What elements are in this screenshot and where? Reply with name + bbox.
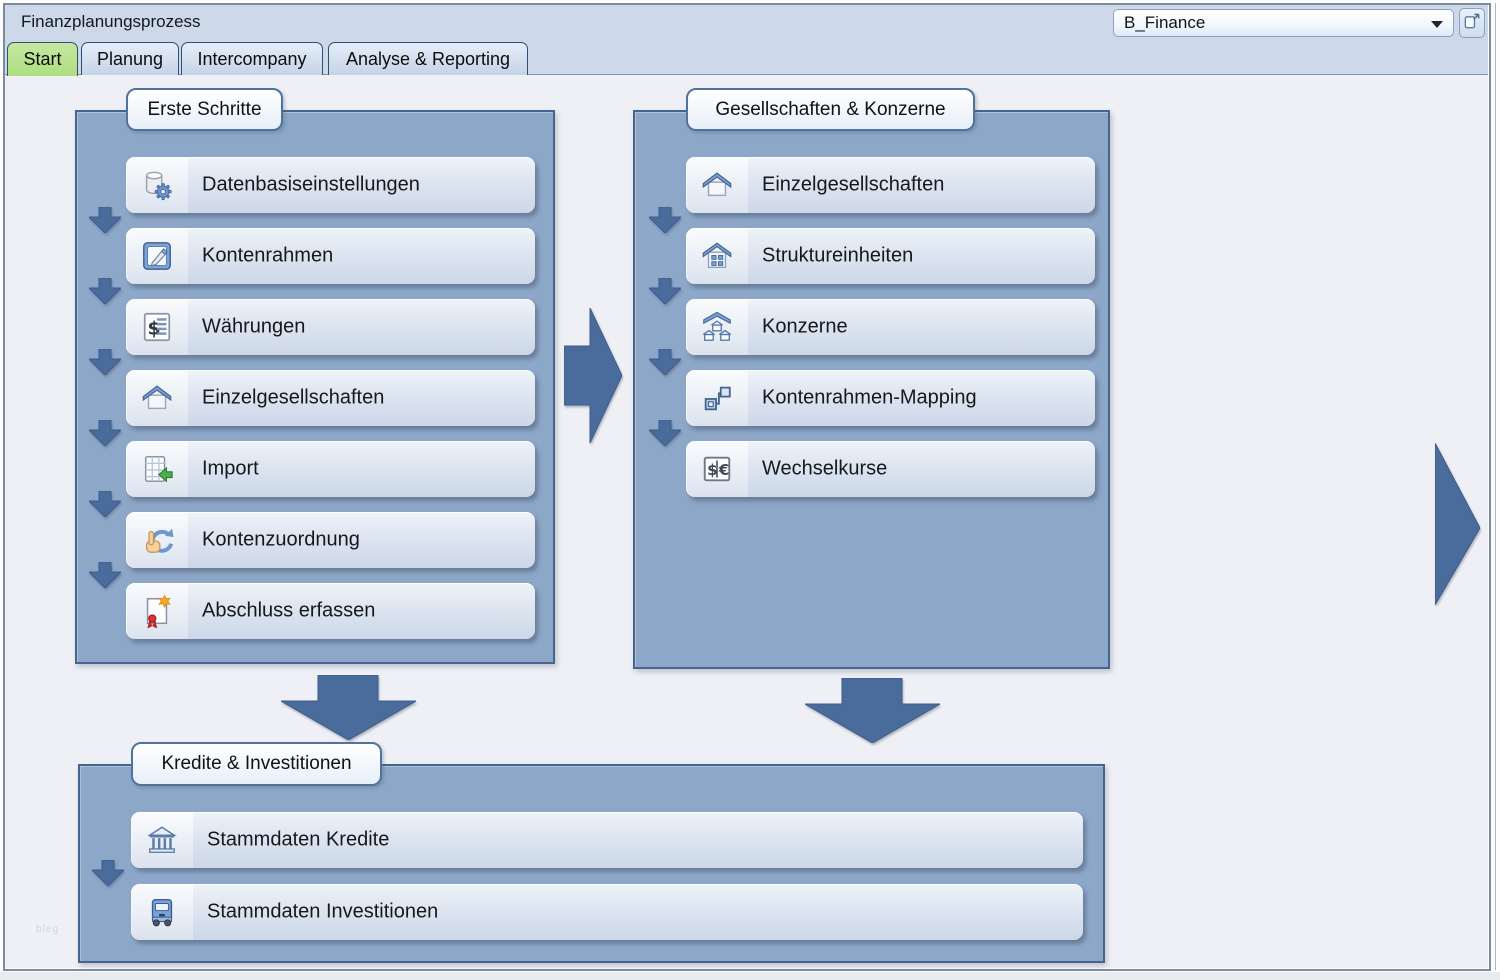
- tab-intercompany-label: Intercompany: [197, 48, 307, 69]
- flow-arrow-down-big-icon: [281, 675, 416, 740]
- flow-arrow-down-icon: [89, 278, 121, 304]
- step-kontenrahmen[interactable]: Kontenrahmen: [126, 228, 535, 284]
- window-title: Finanzplanungsprozess: [21, 12, 201, 31]
- step-stammdaten-investitionen[interactable]: Stammdaten Investitionen: [131, 884, 1083, 940]
- step-stammdaten-kredite[interactable]: Stammdaten Kredite: [131, 812, 1083, 868]
- window-border-right: [1495, 3, 1496, 970]
- building-windows-icon: [686, 228, 748, 284]
- flow-arrow-down-icon: [89, 420, 121, 446]
- open-window-button[interactable]: [1459, 8, 1485, 38]
- panel-title-erste-schritte-label: Erste Schritte: [147, 98, 262, 120]
- flow-arrow-down-icon: [649, 278, 681, 304]
- step-label: Einzelgesellschaften: [202, 386, 385, 409]
- hand-sync-icon: [126, 512, 188, 568]
- flow-arrow-down-icon: [92, 860, 124, 886]
- chevron-down-icon: [1431, 21, 1443, 28]
- view-selector-dropdown[interactable]: B_Finance: [1113, 9, 1454, 37]
- tab-start-label: Start: [23, 49, 62, 69]
- watermark: bleg: [36, 924, 59, 935]
- step-label: Konzerne: [762, 315, 848, 338]
- house-icon: [126, 370, 188, 426]
- truck-icon: [131, 884, 193, 940]
- step-label: Datenbasiseinstellungen: [202, 173, 420, 196]
- step-label: Kontenrahmen-Mapping: [762, 386, 977, 409]
- flow-arrow-down-icon: [89, 562, 121, 588]
- svg-text:€: €: [718, 461, 730, 479]
- panel-title-erste-schritte: Erste Schritte: [126, 88, 283, 131]
- step-kontenrahmen-mapping[interactable]: Kontenrahmen-Mapping: [686, 370, 1095, 426]
- step-waehrungen[interactable]: $ Währungen: [126, 299, 535, 355]
- step-label: Abschluss erfassen: [202, 599, 376, 622]
- step-label: Struktureinheiten: [762, 244, 914, 267]
- view-selector-value: B_Finance: [1124, 13, 1206, 32]
- group-houses-icon: [686, 299, 748, 355]
- panel-title-kredite-investitionen-label: Kredite & Investitionen: [161, 753, 352, 774]
- certificate-icon: [126, 583, 188, 639]
- flow-arrow-right-edge-icon: [1435, 443, 1480, 605]
- mapping-squares-icon: [686, 370, 748, 426]
- flow-arrow-down-icon: [649, 349, 681, 375]
- flow-arrow-down-icon: [89, 207, 121, 233]
- tab-intercompany[interactable]: Intercompany: [181, 42, 323, 75]
- flow-arrow-down-icon: [89, 349, 121, 375]
- tab-planung[interactable]: Planung: [81, 42, 179, 75]
- notepad-pencil-icon: [126, 228, 188, 284]
- house-icon: [686, 157, 748, 213]
- step-label: Kontenrahmen: [202, 244, 334, 267]
- svg-text:$: $: [707, 461, 718, 479]
- flow-arrow-right-big-icon: [564, 308, 622, 443]
- currency-list-icon: $: [126, 299, 188, 355]
- bank-icon: [131, 812, 193, 868]
- step-label: Kontenzuordnung: [202, 528, 360, 551]
- step-label: Währungen: [202, 315, 306, 338]
- step-datenbasiseinstellungen[interactable]: Datenbasiseinstellungen: [126, 157, 535, 213]
- panel-title-gesellschaften-konzerne: Gesellschaften & Konzerne: [686, 88, 975, 131]
- step-abschluss-erfassen[interactable]: Abschluss erfassen: [126, 583, 535, 639]
- step-label: Einzelgesellschaften: [762, 173, 945, 196]
- panel-title-kredite-investitionen: Kredite & Investitionen: [131, 742, 382, 786]
- flow-arrow-down-icon: [649, 420, 681, 446]
- step-konzerne[interactable]: Konzerne: [686, 299, 1095, 355]
- step-import[interactable]: Import: [126, 441, 535, 497]
- flow-arrow-down-big-icon: [805, 678, 940, 743]
- step-label: Import: [202, 457, 259, 480]
- flow-arrow-down-icon: [89, 491, 121, 517]
- tab-analyse-reporting-label: Analyse & Reporting: [345, 48, 511, 69]
- dollar-euro-icon: $ €: [686, 441, 748, 497]
- table-import-icon: [126, 441, 188, 497]
- step-label: Wechselkurse: [762, 457, 888, 480]
- step-struktureinheiten[interactable]: Struktureinheiten: [686, 228, 1095, 284]
- step-einzelgesellschaften-2[interactable]: Einzelgesellschaften: [686, 157, 1095, 213]
- open-window-icon: [1462, 10, 1482, 37]
- tab-planung-label: Planung: [96, 48, 164, 69]
- flow-arrow-down-icon: [649, 207, 681, 233]
- step-kontenzuordnung[interactable]: Kontenzuordnung: [126, 512, 535, 568]
- step-einzelgesellschaften[interactable]: Einzelgesellschaften: [126, 370, 535, 426]
- step-wechselkurse[interactable]: $ € Wechselkurse: [686, 441, 1095, 497]
- tab-analyse-reporting[interactable]: Analyse & Reporting: [328, 42, 528, 75]
- step-label: Stammdaten Kredite: [207, 828, 390, 851]
- step-label: Stammdaten Investitionen: [207, 900, 439, 923]
- database-gear-icon: [126, 157, 188, 213]
- panel-title-gesellschaften-konzerne-label: Gesellschaften & Konzerne: [715, 98, 946, 120]
- tab-start[interactable]: Start: [7, 42, 78, 76]
- bottom-strip: [0, 972, 1500, 980]
